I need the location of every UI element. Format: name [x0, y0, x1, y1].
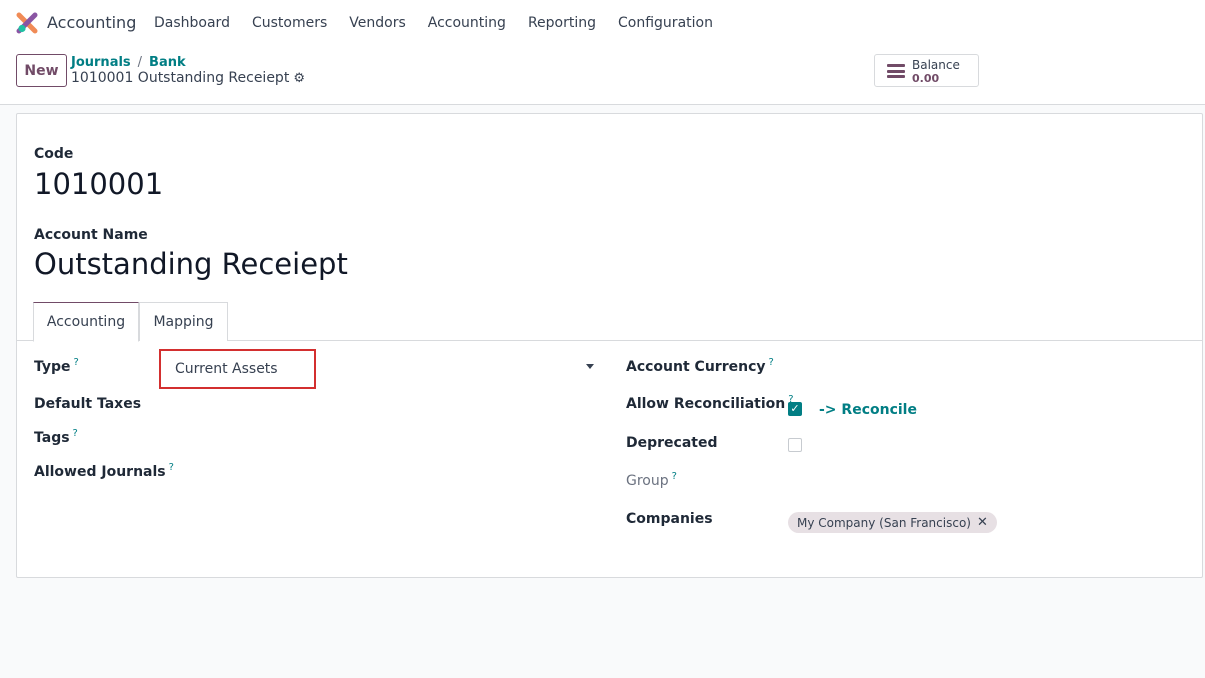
record-title-text: 1010001 Outstanding Receiept — [71, 70, 290, 86]
allowed-journals-label: Allowed Journals? — [34, 462, 174, 480]
balance-label: Balance — [912, 58, 960, 72]
help-icon[interactable]: ? — [769, 357, 774, 368]
allowed-journals-label-text: Allowed Journals — [34, 464, 166, 480]
reconcile-link[interactable]: -> Reconcile — [819, 402, 917, 418]
default-taxes-label: Default Taxes — [34, 396, 142, 412]
app-name[interactable]: Accounting — [47, 13, 136, 32]
menu-customers[interactable]: Customers — [252, 15, 327, 31]
allow-reconciliation-label-text: Allow Reconciliation — [626, 396, 786, 412]
code-field[interactable]: 1010001 — [34, 167, 163, 201]
caret-down-icon[interactable] — [586, 364, 594, 369]
form-sheet: Code 1010001 Account Name Outstanding Re… — [16, 113, 1203, 578]
breadcrumb-separator: / — [137, 55, 143, 70]
account-name-field[interactable]: Outstanding Receiept — [34, 247, 348, 281]
deprecated-checkbox[interactable] — [788, 438, 802, 452]
allow-reconciliation-label: Allow Reconciliation? — [626, 394, 794, 412]
company-tag: My Company (San Francisco) ✕ — [788, 512, 997, 533]
account-currency-label-text: Account Currency — [626, 359, 766, 375]
menu-dashboard[interactable]: Dashboard — [154, 15, 230, 31]
help-icon[interactable]: ? — [169, 462, 174, 473]
record-title: 1010001 Outstanding Receiept ⚙ — [71, 70, 305, 86]
breadcrumb: Journals / Bank — [71, 55, 186, 70]
menu-configuration[interactable]: Configuration — [618, 15, 713, 31]
type-label: Type? — [34, 357, 79, 375]
tab-mapping[interactable]: Mapping — [139, 302, 228, 341]
deprecated-label: Deprecated — [626, 435, 718, 451]
tags-label-text: Tags — [34, 430, 70, 446]
notebook-tabs: Accounting Mapping — [17, 302, 1202, 342]
close-icon[interactable]: ✕ — [977, 515, 988, 530]
control-panel: New Journals / Bank 1010001 Outstanding Re… — [0, 46, 1205, 105]
balance-value: 0.00 — [912, 72, 940, 85]
top-navbar: Accounting Dashboard Customers Vendors A… — [0, 0, 1205, 46]
gear-icon[interactable]: ⚙ — [293, 71, 305, 86]
help-icon[interactable]: ? — [73, 428, 78, 439]
new-button[interactable]: New — [16, 54, 67, 87]
help-icon[interactable]: ? — [672, 471, 677, 482]
account-currency-label: Account Currency? — [626, 357, 774, 375]
tags-label: Tags? — [34, 428, 78, 446]
help-icon[interactable]: ? — [74, 357, 79, 368]
check-icon: ✓ — [790, 402, 800, 415]
breadcrumb-bank[interactable]: Bank — [149, 55, 186, 70]
type-label-text: Type — [34, 359, 71, 375]
menu-accounting[interactable]: Accounting — [428, 15, 506, 31]
list-icon — [887, 64, 905, 78]
accounting-app-logo-icon[interactable] — [16, 12, 38, 34]
breadcrumb-journals[interactable]: Journals — [71, 55, 131, 70]
company-tag-label: My Company (San Francisco) — [797, 515, 971, 530]
menu-vendors[interactable]: Vendors — [349, 15, 405, 31]
group-label-text: Group — [626, 473, 669, 489]
menu-reporting[interactable]: Reporting — [528, 15, 596, 31]
main-menu: Dashboard Customers Vendors Accounting R… — [154, 15, 735, 31]
allow-reconciliation-checkbox[interactable]: ✓ — [788, 402, 802, 416]
tab-accounting[interactable]: Accounting — [33, 302, 139, 342]
account-name-label: Account Name — [34, 227, 148, 243]
companies-label: Companies — [626, 511, 713, 527]
code-label: Code — [34, 146, 74, 162]
type-select[interactable]: Current Assets — [159, 349, 316, 389]
group-label: Group? — [626, 471, 677, 489]
balance-button[interactable]: Balance 0.00 — [874, 54, 979, 87]
